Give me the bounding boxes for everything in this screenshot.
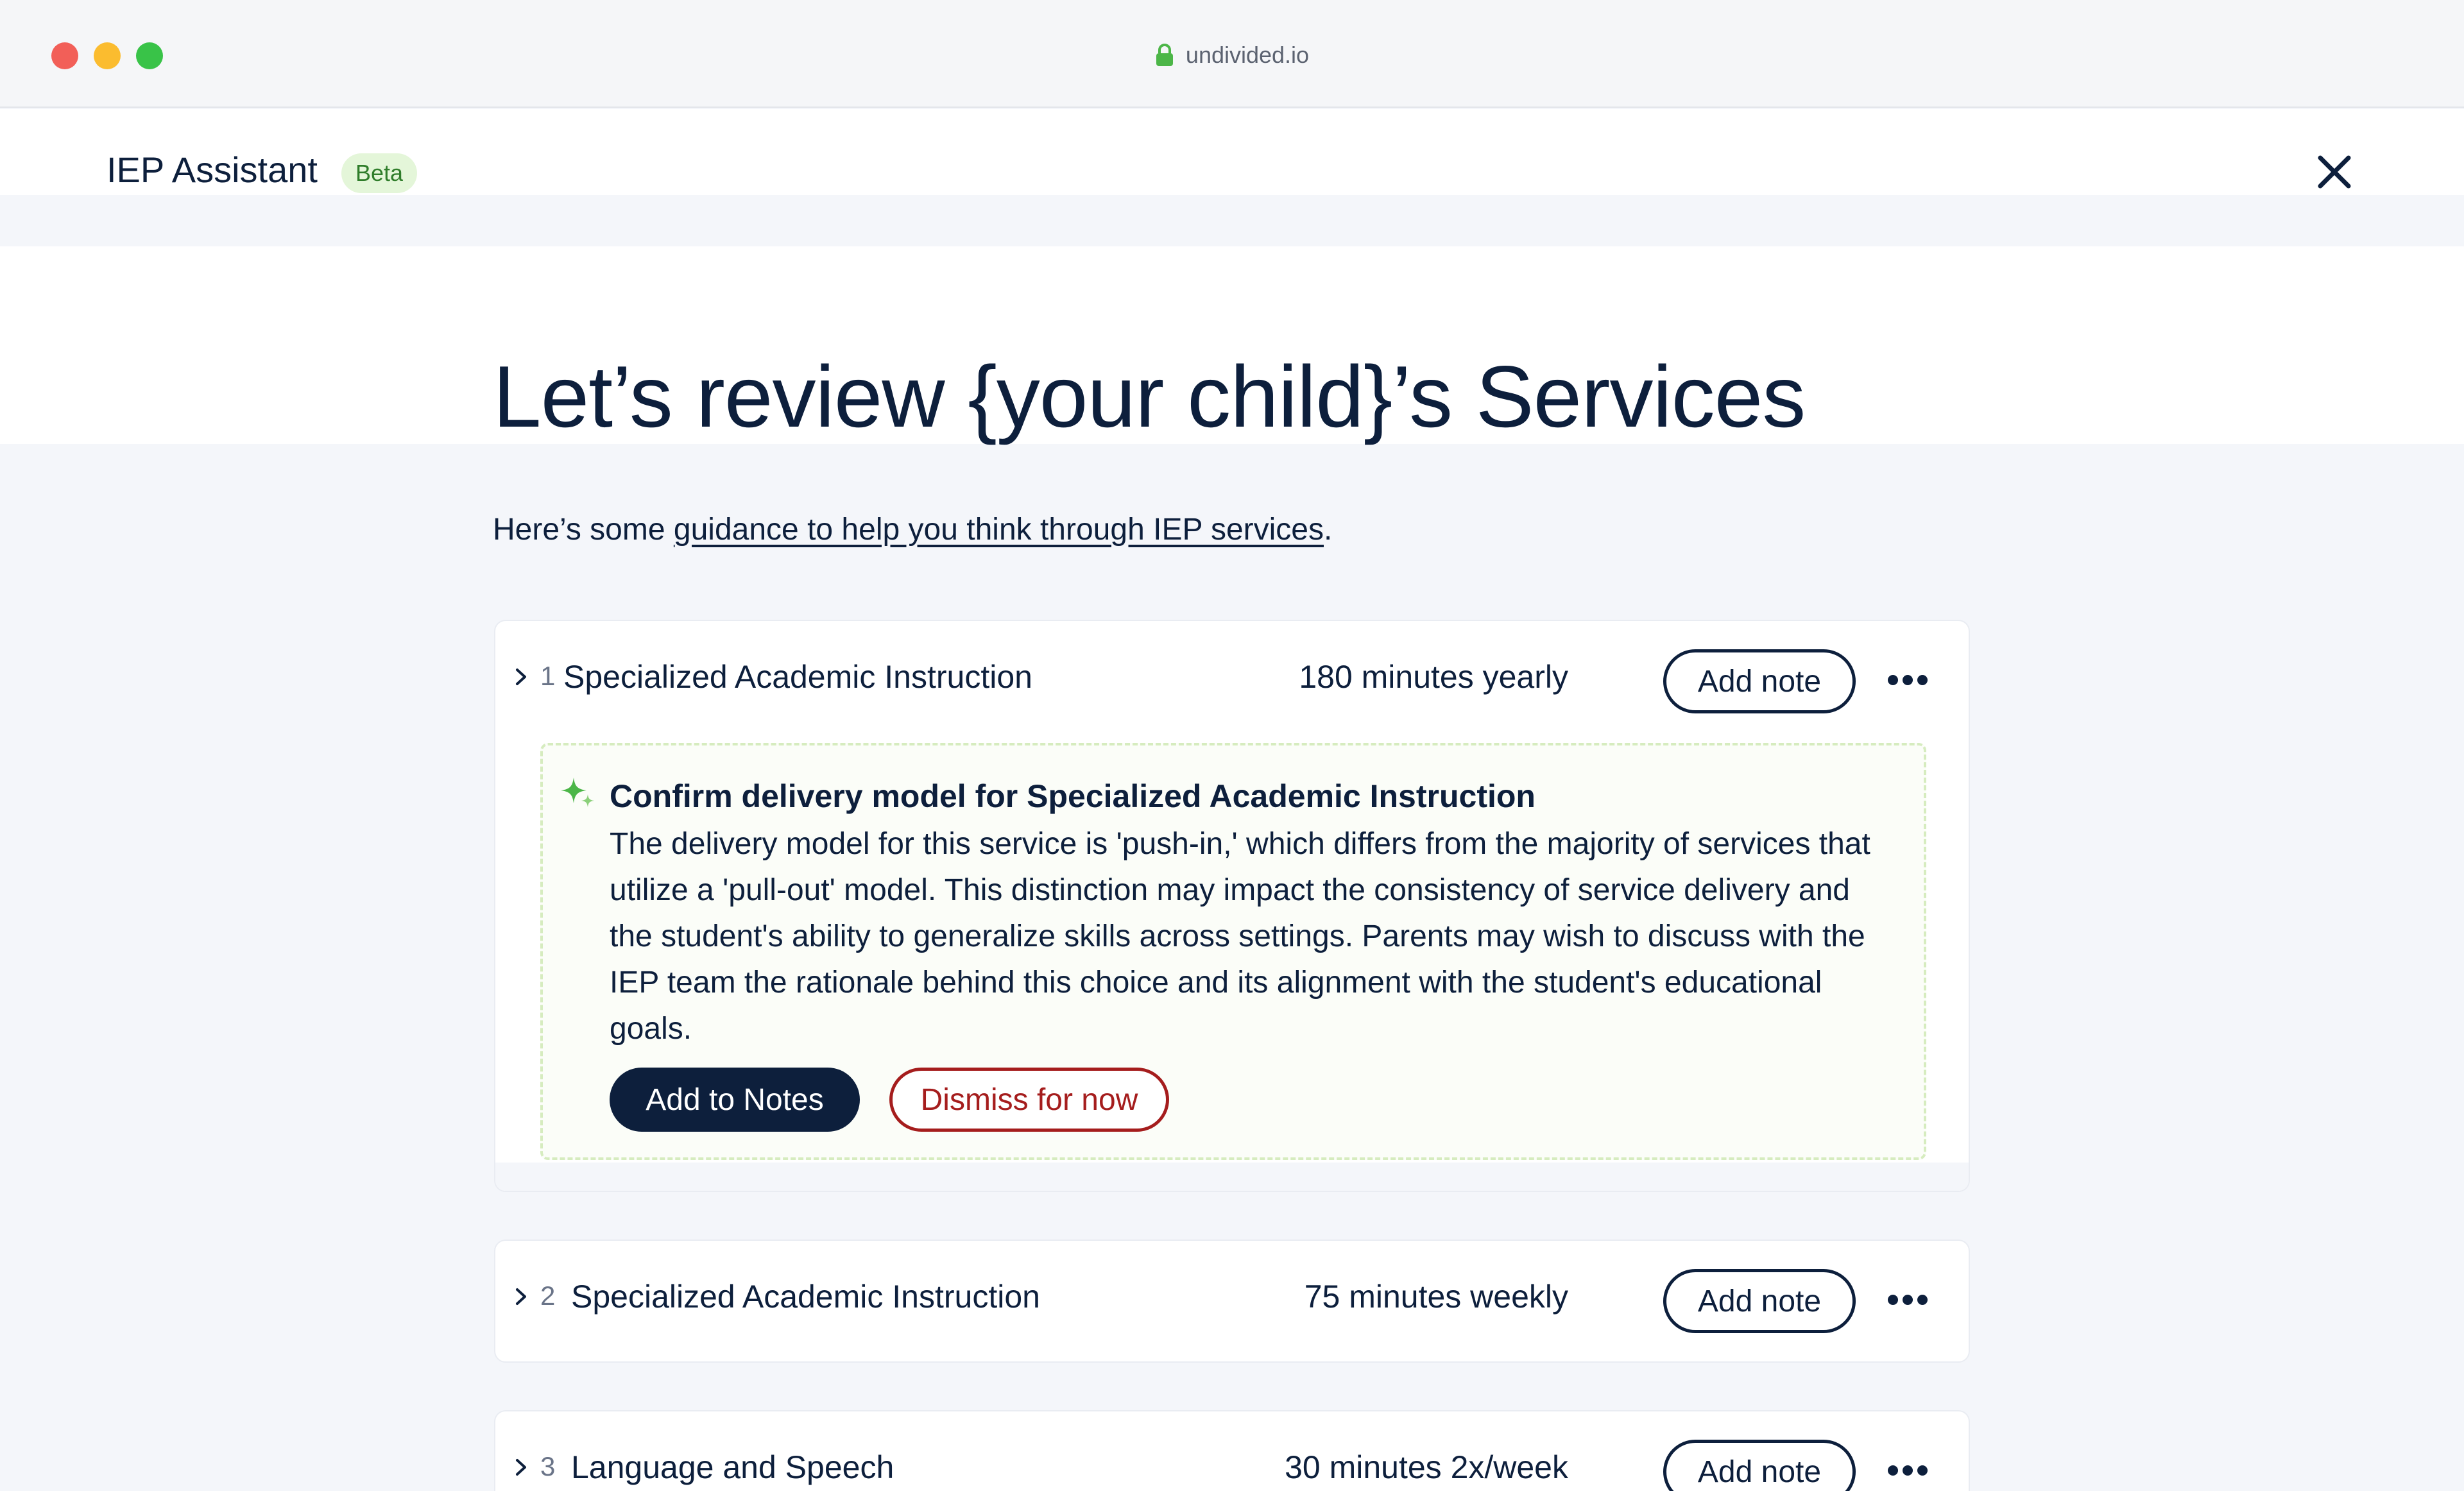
close-icon[interactable]: [2314, 151, 2355, 192]
service-name: Specialized Academic Instruction: [571, 1279, 1040, 1315]
more-dot: [1903, 1465, 1913, 1476]
add-to-notes-button[interactable]: Add to Notes: [610, 1068, 860, 1132]
service-card: 1 Specialized Academic Instruction 180 m…: [494, 620, 1970, 1192]
suggestion-panel: Confirm delivery model for Specialized A…: [540, 743, 1926, 1160]
more-dot: [1888, 1465, 1898, 1476]
service-number: 1: [540, 661, 556, 691]
service-name: Specialized Academic Instruction: [563, 659, 1032, 695]
app-title: IEP Assistant: [107, 149, 318, 190]
service-row[interactable]: 3 Language and Speech 30 minutes 2x/week…: [495, 1411, 1969, 1491]
dismiss-button[interactable]: Dismiss for now: [889, 1068, 1169, 1132]
service-frequency: 30 minutes 2x/week: [1285, 1449, 1568, 1485]
address-bar[interactable]: undivided.io: [0, 37, 2464, 73]
add-note-button[interactable]: Add note: [1663, 649, 1856, 713]
card-footer: [495, 1163, 1969, 1191]
lock-icon: [1156, 44, 1173, 66]
url-text: undivided.io: [1185, 42, 1310, 68]
app-header: IEP Assistant Beta: [0, 109, 2464, 195]
service-card: 3 Language and Speech 30 minutes 2x/week…: [494, 1410, 1970, 1491]
guidance-link[interactable]: guidance to help you think through IEP s…: [674, 513, 1324, 547]
intro-prefix: Here’s some: [493, 513, 674, 547]
service-card: 2 Specialized Academic Instruction 75 mi…: [494, 1240, 1970, 1363]
service-number: 2: [540, 1281, 556, 1311]
header-divider-band: [0, 195, 2464, 241]
chevron-right-icon[interactable]: [513, 1286, 529, 1308]
browser-window: undivided.io IEP Assistant Beta Let’s re…: [0, 0, 2464, 1491]
more-dot: [1888, 675, 1898, 685]
more-horizontal-icon[interactable]: [1888, 1461, 1928, 1479]
suggestion-title: Confirm delivery model for Specialized A…: [610, 778, 1536, 814]
more-dot: [1917, 675, 1928, 685]
more-horizontal-icon[interactable]: [1888, 671, 1928, 689]
chevron-right-icon[interactable]: [513, 666, 529, 688]
more-dot: [1888, 1295, 1898, 1305]
more-dot: [1903, 675, 1913, 685]
service-frequency: 180 minutes yearly: [1299, 659, 1568, 695]
more-horizontal-icon[interactable]: [1888, 1291, 1928, 1309]
more-dot: [1903, 1295, 1913, 1305]
sparkle-icon: [561, 778, 594, 807]
beta-badge: Beta: [341, 153, 418, 193]
intro-suffix: .: [1323, 513, 1333, 547]
suggestion-body: The delivery model for this service is '…: [610, 827, 1870, 1046]
service-number: 3: [540, 1451, 556, 1481]
page-title: Let’s review {your child}’s Services: [493, 348, 1806, 445]
chevron-right-icon[interactable]: [513, 1456, 529, 1478]
service-name: Language and Speech: [571, 1449, 894, 1485]
more-dot: [1917, 1465, 1928, 1476]
browser-toolbar: undivided.io: [0, 0, 2464, 108]
service-row[interactable]: 1 Specialized Academic Instruction 180 m…: [495, 621, 1969, 737]
add-note-button[interactable]: Add note: [1663, 1269, 1856, 1333]
more-dot: [1917, 1295, 1928, 1305]
service-row[interactable]: 2 Specialized Academic Instruction 75 mi…: [495, 1241, 1969, 1356]
intro-text: Here’s some guidance to help you think t…: [493, 512, 1332, 547]
add-note-button[interactable]: Add note: [1663, 1440, 1856, 1491]
service-frequency: 75 minutes weekly: [1304, 1279, 1568, 1315]
